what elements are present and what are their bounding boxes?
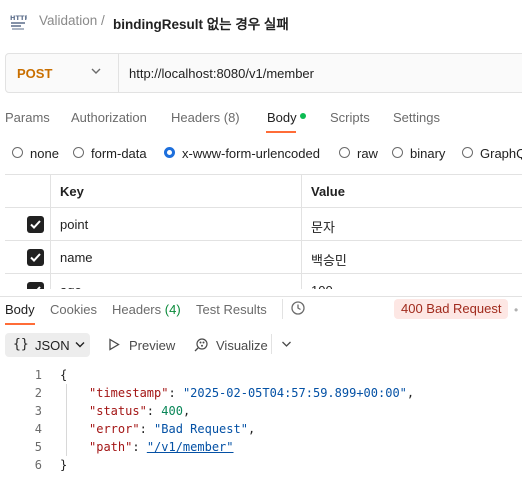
table-row: name 백승민 xyxy=(5,241,522,274)
preview-button[interactable]: Preview xyxy=(129,338,175,353)
play-icon[interactable] xyxy=(108,338,120,351)
more-icon[interactable]: • xyxy=(514,303,518,317)
tab-headers[interactable]: Headers (8) xyxy=(171,110,240,125)
chevron-down-icon xyxy=(75,342,85,348)
line-number: 5 xyxy=(34,440,42,454)
response-tab-body[interactable]: Body xyxy=(5,302,35,317)
json-close-brace: } xyxy=(60,458,68,472)
line-number: 4 xyxy=(34,422,42,436)
response-tab-headers-label: Headers xyxy=(112,302,162,317)
response-headers-count: (4) xyxy=(164,302,181,317)
param-value[interactable]: 문자 xyxy=(311,217,335,236)
json-line: "path": "/v1/member" xyxy=(89,440,234,454)
tab-body[interactable]: Body xyxy=(267,110,297,125)
param-value[interactable]: 100 xyxy=(311,283,333,289)
url-bar: POST http://localhost:8080/v1/member xyxy=(5,53,522,93)
status-badge[interactable]: 400 Bad Request xyxy=(394,299,509,319)
json-key: "status" xyxy=(89,404,147,418)
radio-x-www-form-urlencoded[interactable] xyxy=(164,147,175,158)
visualize-icon[interactable] xyxy=(193,336,210,353)
param-value[interactable]: 백승민 xyxy=(311,250,347,269)
breadcrumb: HTTP Validation / bindingResult 없는 경우 실패 xyxy=(0,0,522,44)
tab-scripts[interactable]: Scripts xyxy=(330,110,370,125)
svg-text:HTTP: HTTP xyxy=(10,14,27,22)
response-tab-cookies[interactable]: Cookies xyxy=(50,302,97,317)
line-number: 3 xyxy=(34,404,42,418)
column-header-key: Key xyxy=(60,184,84,199)
response-tab-test-results[interactable]: Test Results xyxy=(196,302,267,317)
visualize-button[interactable]: Visualize xyxy=(216,338,268,353)
radio-form-data[interactable] xyxy=(73,147,84,158)
chevron-down-icon[interactable] xyxy=(281,340,292,349)
history-icon[interactable] xyxy=(290,300,306,316)
table-header-row: Key Value xyxy=(5,175,522,208)
param-key[interactable]: name xyxy=(60,250,93,265)
json-value: "Bad Request" xyxy=(154,422,248,436)
radio-label-raw[interactable]: raw xyxy=(357,146,378,161)
radio-label-binary[interactable]: binary xyxy=(410,146,445,161)
divider xyxy=(271,334,272,354)
params-table: Key Value point 문자 name 백승민 age 100 xyxy=(5,174,522,289)
line-number: 2 xyxy=(34,386,42,400)
table-row: point 문자 xyxy=(5,208,522,241)
breadcrumb-collection[interactable]: Validation xyxy=(39,13,97,28)
row-checkbox[interactable] xyxy=(27,249,44,266)
table-row: age 100 xyxy=(5,274,522,289)
radio-label-none[interactable]: none xyxy=(30,146,59,161)
json-open-brace: { xyxy=(60,368,68,382)
format-label: JSON xyxy=(35,338,70,353)
radio-none[interactable] xyxy=(12,147,23,158)
json-line: "timestamp": "2025-02-05T04:57:59.899+00… xyxy=(89,386,415,400)
row-checkbox[interactable] xyxy=(27,282,44,289)
json-line: "error": "Bad Request", xyxy=(89,422,256,436)
format-select[interactable]: {} JSON xyxy=(5,333,90,357)
column-header-value: Value xyxy=(311,184,345,199)
radio-binary[interactable] xyxy=(392,147,403,158)
tab-params[interactable]: Params xyxy=(5,110,50,125)
tab-settings[interactable]: Settings xyxy=(393,110,440,125)
json-value: 400 xyxy=(161,404,183,418)
breadcrumb-separator: / xyxy=(101,13,105,28)
url-input[interactable]: http://localhost:8080/v1/member xyxy=(129,66,314,81)
radio-graphql[interactable] xyxy=(462,147,473,158)
divider xyxy=(282,299,283,319)
divider xyxy=(118,54,119,92)
radio-label-graphql[interactable]: GraphQL xyxy=(480,146,522,161)
method-select[interactable]: POST xyxy=(17,66,52,81)
tab-authorization[interactable]: Authorization xyxy=(71,110,147,125)
radio-label-form-data[interactable]: form-data xyxy=(91,146,147,161)
param-key[interactable]: point xyxy=(60,217,88,232)
line-number: 1 xyxy=(34,368,42,382)
request-title[interactable]: bindingResult 없는 경우 실패 xyxy=(113,13,289,33)
indent-guide xyxy=(66,384,67,456)
json-path-link[interactable]: "/v1/member" xyxy=(147,440,234,454)
param-key[interactable]: age xyxy=(60,283,82,289)
json-key: "timestamp" xyxy=(89,386,169,400)
line-number: 6 xyxy=(34,458,42,472)
radio-raw[interactable] xyxy=(339,147,350,158)
json-key: "error" xyxy=(89,422,140,436)
chevron-down-icon[interactable] xyxy=(90,65,102,77)
body-indicator-dot xyxy=(300,113,306,119)
row-checkbox[interactable] xyxy=(27,216,44,233)
http-request-icon: HTTP xyxy=(9,13,29,31)
response-tab-headers[interactable]: Headers (4) xyxy=(112,302,181,317)
json-value: "2025-02-05T04:57:59.899+00:00" xyxy=(182,386,407,400)
active-response-tab-indicator xyxy=(5,323,35,325)
json-line: "status": 400, xyxy=(89,404,191,418)
braces-icon: {} xyxy=(13,337,29,352)
active-tab-indicator xyxy=(266,131,296,133)
radio-label-x-www-form-urlencoded[interactable]: x-www-form-urlencoded xyxy=(182,146,320,161)
json-key: "path" xyxy=(89,440,133,454)
